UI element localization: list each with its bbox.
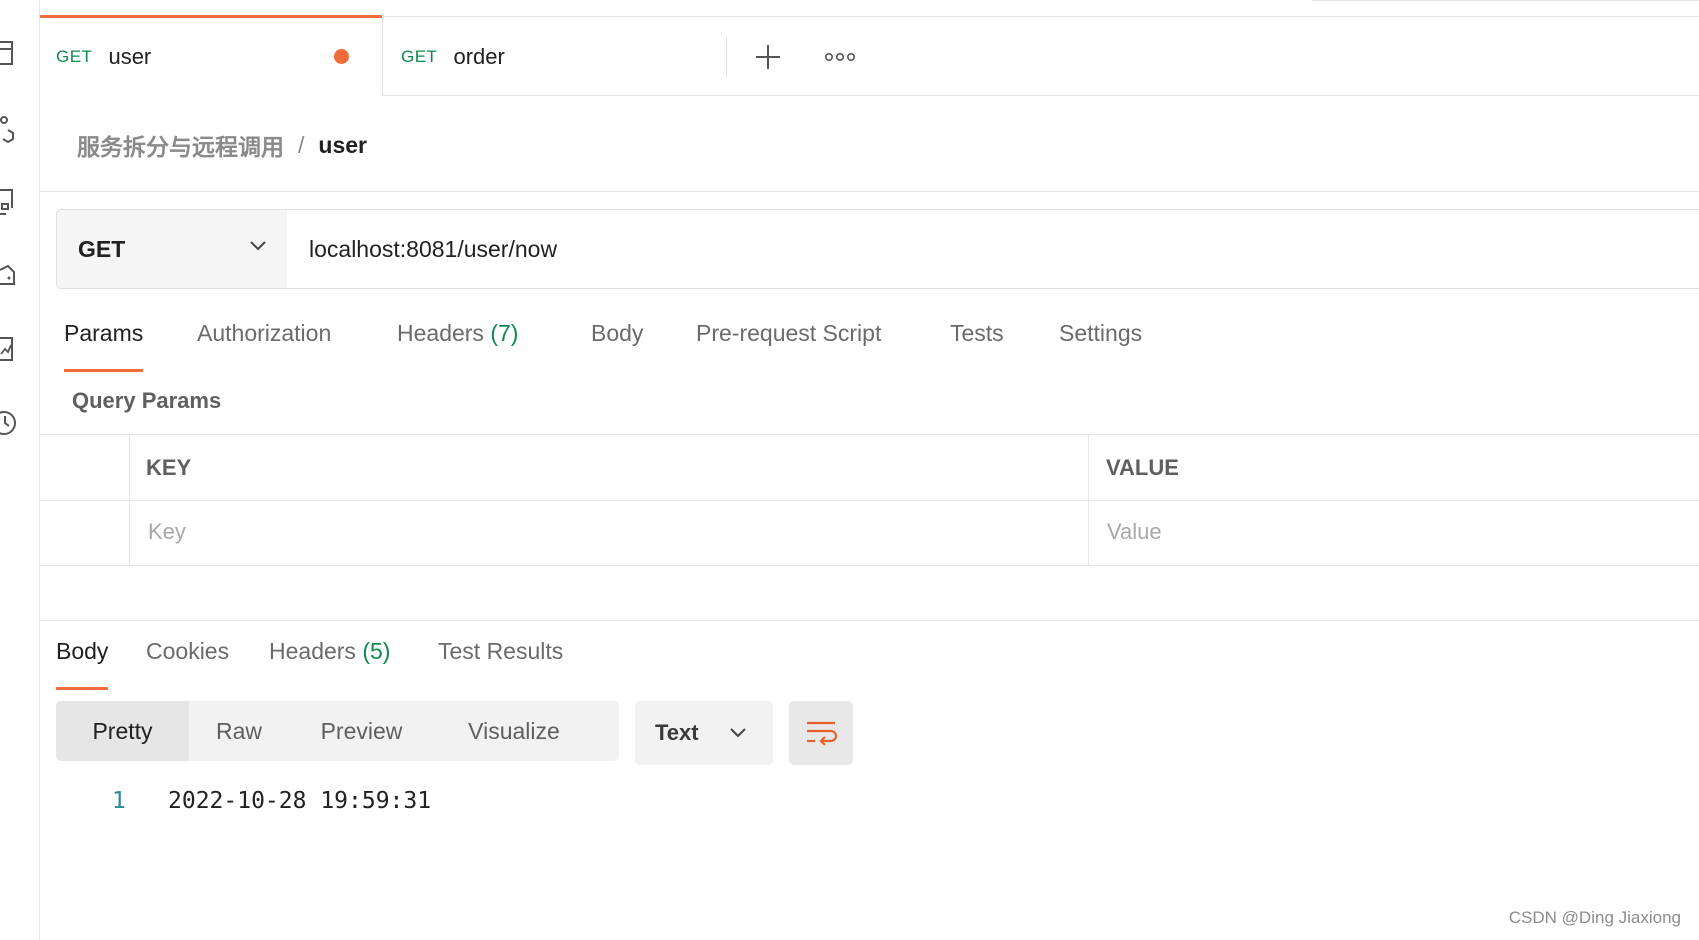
divider (40, 191, 1699, 192)
tab-label: Params (64, 320, 144, 346)
breadcrumb-collection[interactable]: 服务拆分与远程调用 (77, 128, 284, 162)
chevron-down-icon (730, 728, 746, 738)
url-input[interactable]: localhost:8081/user/now (287, 209, 1699, 289)
response-tab-body[interactable]: Body (56, 638, 109, 690)
tab-tests[interactable]: Tests (950, 320, 1004, 370)
tab-label: Settings (1059, 320, 1143, 346)
chevron-down-icon (250, 241, 266, 251)
query-params-table: KEY VALUE Key Value (40, 434, 1699, 566)
more-tabs-button[interactable] (818, 37, 862, 77)
tab-body[interactable]: Body (591, 320, 643, 370)
request-tab-strip: GET user GET order (40, 15, 1699, 96)
tab-label: Test Results (438, 638, 564, 664)
headers-count: (5) (362, 638, 391, 664)
tab-authorization[interactable]: Authorization (197, 320, 331, 370)
more-icon (825, 52, 855, 62)
format-select[interactable]: Text (635, 701, 773, 765)
tab-separator (726, 37, 727, 77)
tab-label: Body (591, 320, 644, 346)
tab-settings[interactable]: Settings (1059, 320, 1142, 370)
headers-count: (7) (490, 320, 519, 346)
line-number: 1 (112, 788, 126, 814)
table-header-row: KEY VALUE (40, 435, 1699, 501)
breadcrumb-request-name[interactable]: user (318, 132, 367, 159)
response-divider (40, 620, 1699, 621)
tab-method: GET (56, 46, 93, 66)
wrap-lines-button[interactable] (789, 701, 853, 765)
column-header-key: KEY (146, 455, 192, 480)
breadcrumb-separator: / (298, 131, 305, 158)
value-input[interactable]: Value (1107, 519, 1162, 545)
unsaved-dot-icon (334, 49, 349, 64)
tab-label: Authorization (197, 320, 332, 346)
view-visualize-button[interactable]: Visualize (434, 701, 594, 761)
view-pretty-button[interactable]: Pretty (56, 701, 189, 761)
watermark: CSDN @Ding Jiaxiong (1508, 908, 1681, 927)
query-params-title: Query Params (72, 388, 222, 413)
key-input[interactable]: Key (148, 519, 186, 545)
apis-icon[interactable] (0, 114, 18, 144)
tab-name: user (108, 43, 152, 69)
response-text[interactable]: 2022-10-28 19:59:31 (168, 788, 431, 814)
active-underline (64, 369, 144, 372)
response-tab-headers[interactable]: Headers (5) (269, 638, 390, 688)
method-select[interactable]: GET (56, 209, 288, 289)
tab-method: GET (401, 46, 438, 66)
view-preview-button[interactable]: Preview (289, 701, 434, 761)
tab-headers[interactable]: Headers (7) (397, 320, 518, 370)
tab-label: Pre-request Script (696, 320, 882, 346)
tab-params[interactable]: Params (64, 320, 144, 372)
response-body: 1 2022-10-28 19:59:31 (112, 788, 431, 814)
collections-icon[interactable] (0, 40, 18, 66)
tab-label: Headers (269, 638, 356, 664)
column-header-value: VALUE (1106, 455, 1179, 480)
tab-order[interactable]: GET order (383, 17, 768, 96)
response-tab-test-results[interactable]: Test Results (438, 638, 563, 688)
tab-pre-request-script[interactable]: Pre-request Script (696, 320, 881, 370)
format-value: Text (655, 720, 699, 745)
sidebar-rail (0, 0, 40, 940)
environments-icon[interactable] (0, 188, 18, 215)
view-mode-selector: Pretty Raw Preview Visualize (56, 701, 619, 761)
tab-label: Body (56, 638, 109, 664)
active-underline (56, 687, 109, 690)
tab-user[interactable]: GET user (40, 15, 382, 96)
breadcrumb: 服务拆分与远程调用 / user (77, 128, 367, 162)
top-edge (1312, 0, 1699, 1)
plus-icon (756, 45, 780, 69)
new-tab-button[interactable] (748, 37, 788, 77)
wrap-lines-icon (807, 721, 837, 746)
tab-name: order (453, 43, 505, 69)
monitors-icon[interactable] (0, 336, 18, 362)
mock-servers-icon[interactable] (0, 262, 18, 288)
tab-label: Tests (950, 320, 1004, 346)
tab-label: Headers (397, 320, 484, 346)
history-icon[interactable] (0, 408, 18, 435)
method-value: GET (78, 235, 126, 262)
table-row: Key Value (40, 501, 1699, 567)
response-tab-cookies[interactable]: Cookies (146, 638, 229, 688)
view-raw-button[interactable]: Raw (189, 701, 289, 761)
tab-label: Cookies (146, 638, 230, 664)
